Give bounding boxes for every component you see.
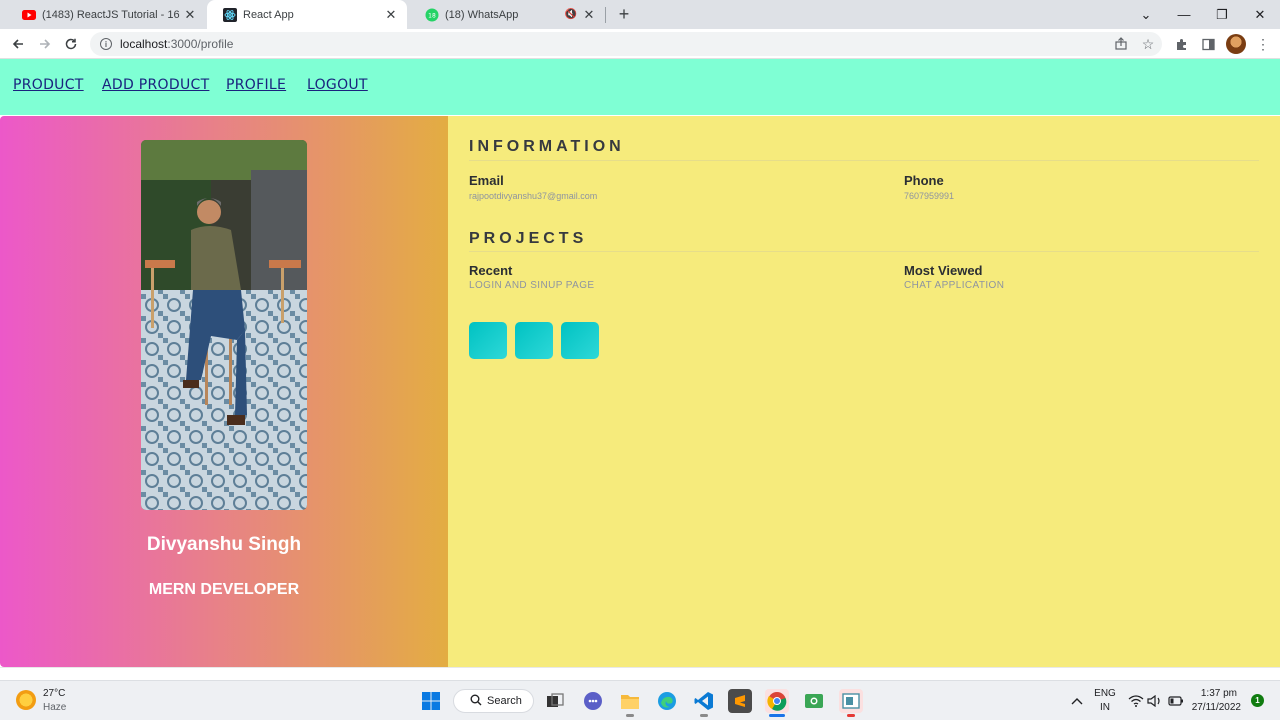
bookmark-star-icon[interactable]: ☆ xyxy=(1137,33,1159,55)
browser-toolbar: i localhost:3000/profile ☆ ⋮ xyxy=(0,29,1280,59)
close-tab-icon[interactable]: ✕ xyxy=(383,7,399,23)
close-tab-icon[interactable]: ✕ xyxy=(581,7,597,23)
email-value: rajpootdivyanshu37@gmail.com xyxy=(469,191,598,201)
page-bottom-edge xyxy=(0,667,1280,680)
close-tab-icon[interactable]: ✕ xyxy=(182,7,198,23)
tab-separator xyxy=(605,7,606,23)
task-view-icon[interactable] xyxy=(543,689,567,713)
app-navbar: PRODUCT ADD PRODUCT PROFILE LOGOUT xyxy=(0,59,1280,115)
nav-link-profile[interactable]: PROFILE xyxy=(226,77,286,93)
show-hidden-icons-chevron[interactable] xyxy=(1065,689,1089,713)
mute-icon[interactable]: 🔇 xyxy=(563,7,579,23)
clock-date[interactable]: 27/11/2022 xyxy=(1189,702,1241,713)
edge-browser-icon[interactable] xyxy=(655,689,679,713)
money-app-icon[interactable] xyxy=(802,689,826,713)
recent-label: Recent xyxy=(469,263,513,278)
snipping-tool-icon[interactable] xyxy=(839,689,863,713)
nav-link-add-product[interactable]: ADD PRODUCT xyxy=(102,77,209,93)
profile-avatar[interactable] xyxy=(1226,34,1246,54)
tab-whatsapp[interactable]: 18 (18) WhatsApp 🔇 ✕ xyxy=(409,0,605,29)
new-tab-button[interactable]: + xyxy=(614,4,634,24)
weather-condition[interactable]: Haze xyxy=(43,702,66,713)
back-icon[interactable] xyxy=(7,33,29,55)
minimize-button[interactable]: — xyxy=(1165,0,1203,29)
share-icon[interactable] xyxy=(1110,33,1132,55)
file-explorer-icon[interactable] xyxy=(618,689,642,713)
profile-card-left: Divyanshu Singh MERN DEVELOPER xyxy=(0,116,448,667)
notification-badge[interactable]: 1 xyxy=(1251,694,1264,707)
search-label: Search xyxy=(487,695,522,707)
nav-link-product[interactable]: PRODUCT xyxy=(13,77,84,93)
tab-title: React App xyxy=(243,8,294,21)
browser-tab-strip: (1483) ReactJS Tutorial - 16 - Cor ✕ Rea… xyxy=(0,0,1280,29)
windows-taskbar: 27°C Haze Search ENG IN 1:37 pm 27/11/20… xyxy=(0,680,1280,720)
profile-role: MERN DEVELOPER xyxy=(148,581,300,598)
weather-sun-icon[interactable] xyxy=(16,690,36,710)
weather-temperature[interactable]: 27°C xyxy=(43,688,65,699)
teams-chat-icon[interactable] xyxy=(581,689,605,713)
information-heading: INFORMATION xyxy=(469,138,625,155)
search-icon xyxy=(470,694,482,709)
tab-title: (1483) ReactJS Tutorial - 16 - Cor xyxy=(42,8,182,21)
battery-icon[interactable] xyxy=(1164,689,1188,713)
tab-youtube[interactable]: (1483) ReactJS Tutorial - 16 - Cor ✕ xyxy=(6,0,206,29)
profile-card-right: INFORMATION Email rajpootdivyanshu37@gma… xyxy=(448,116,1280,667)
nav-link-logout[interactable]: LOGOUT xyxy=(307,77,368,93)
phone-value: 7607959991 xyxy=(904,191,955,201)
vscode-icon[interactable] xyxy=(692,689,716,713)
address-bar[interactable]: i localhost:3000/profile xyxy=(90,32,1162,56)
running-indicator-active xyxy=(769,714,785,717)
forward-icon[interactable] xyxy=(34,33,56,55)
react-icon xyxy=(223,7,237,22)
profile-photo xyxy=(141,140,307,510)
taskbar-search[interactable]: Search xyxy=(453,689,534,713)
information-divider xyxy=(469,160,1259,161)
social-link-button[interactable] xyxy=(469,322,507,359)
side-panel-icon[interactable] xyxy=(1197,33,1219,55)
windows-start-icon[interactable] xyxy=(419,689,443,713)
reload-icon[interactable] xyxy=(60,33,82,55)
language-indicator-primary[interactable]: ENG xyxy=(1093,688,1117,699)
tab-react-app[interactable]: React App ✕ xyxy=(207,0,407,29)
site-info-icon[interactable]: i xyxy=(100,38,112,50)
clock-time[interactable]: 1:37 pm xyxy=(1193,688,1237,699)
restore-button[interactable]: ❐ xyxy=(1203,0,1241,29)
youtube-icon xyxy=(22,8,36,22)
projects-heading: PROJECTS xyxy=(469,230,588,247)
more-menu-icon[interactable]: ⋮ xyxy=(1252,33,1274,55)
profile-name: Divyanshu Singh xyxy=(146,534,302,555)
social-link-button[interactable] xyxy=(561,322,599,359)
social-link-button[interactable] xyxy=(515,322,553,359)
language-indicator-secondary[interactable]: IN xyxy=(1093,702,1117,713)
sublime-text-icon[interactable] xyxy=(728,689,752,713)
tab-title: (18) WhatsApp xyxy=(445,8,519,21)
url-path: :3000/profile xyxy=(167,37,234,51)
running-indicator xyxy=(847,714,855,717)
recent-value: LOGIN AND SINUP PAGE xyxy=(469,280,595,291)
most-viewed-label: Most Viewed xyxy=(904,263,983,278)
email-label: Email xyxy=(469,173,504,188)
chrome-icon[interactable] xyxy=(765,689,789,713)
phone-label: Phone xyxy=(904,173,944,188)
close-window-button[interactable]: ✕ xyxy=(1241,0,1279,29)
extensions-icon[interactable] xyxy=(1170,33,1192,55)
most-viewed-value: CHAT APPLICATION xyxy=(904,280,1005,291)
tab-search-icon[interactable]: ⌄ xyxy=(1127,0,1165,29)
url-host: localhost xyxy=(120,37,168,51)
whatsapp-icon: 18 xyxy=(425,8,439,22)
running-indicator xyxy=(626,714,634,717)
projects-divider xyxy=(469,251,1259,252)
running-indicator xyxy=(700,714,708,717)
svg-text:18: 18 xyxy=(428,12,436,19)
